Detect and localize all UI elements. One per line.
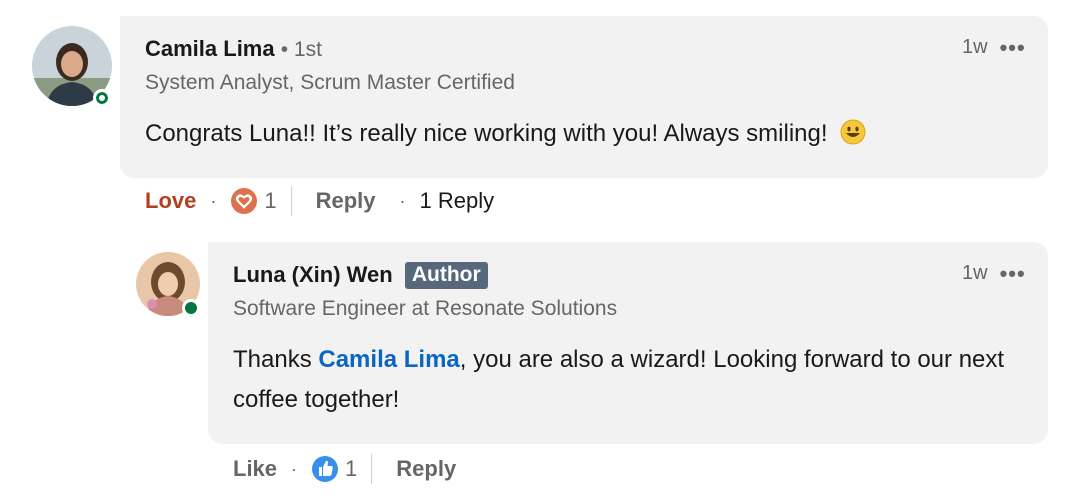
reply-count-link[interactable]: 1 Reply (420, 188, 495, 214)
comment-author-line: Camila Lima • 1st (145, 36, 322, 62)
love-button[interactable]: Love (145, 188, 196, 214)
online-status-icon (182, 299, 200, 317)
reply-text-before: Thanks (233, 346, 319, 373)
replier-avatar[interactable] (136, 252, 200, 317)
commenter-avatar[interactable] (32, 26, 112, 107)
like-reaction-icon[interactable] (311, 455, 339, 483)
comment-actions: Love · 1 Reply · 1 Reply (145, 186, 494, 216)
divider (290, 186, 292, 216)
author-badge: Author (404, 262, 488, 289)
more-options-icon[interactable]: ••• (1000, 262, 1026, 285)
reply-button[interactable]: Reply (316, 188, 376, 214)
divider (371, 454, 373, 484)
reply-button[interactable]: Reply (396, 456, 456, 482)
reply-actions: Like · 1 Reply (233, 454, 456, 484)
like-count[interactable]: 1 (345, 456, 357, 482)
more-options-icon[interactable]: ••• (1000, 36, 1026, 59)
love-count[interactable]: 1 (264, 188, 276, 214)
comment-author-name[interactable]: Camila Lima (145, 36, 275, 61)
smiling-face-emoji (840, 119, 866, 145)
like-button[interactable]: Like (233, 456, 277, 482)
comment-text: Congrats Luna!! It’s really nice working… (145, 120, 828, 147)
comment-author-headline: System Analyst, Scrum Master Certified (145, 71, 515, 94)
connection-degree: • 1st (280, 38, 322, 61)
reply-author-headline: Software Engineer at Resonate Solutions (233, 297, 618, 320)
separator-dot: · (399, 190, 406, 211)
reply-meta: 1w ••• (962, 262, 1026, 285)
mention-link[interactable]: Camila Lima (318, 346, 459, 373)
comment-timestamp: 1w (962, 36, 988, 58)
online-status-icon (93, 89, 111, 107)
reply-author-name[interactable]: Luna (Xin) Wen (233, 262, 393, 287)
love-reaction-icon[interactable] (230, 187, 258, 215)
comment-meta: 1w ••• (962, 36, 1026, 59)
reply-author-line: Luna (Xin) Wen Author (233, 262, 488, 289)
reply-timestamp: 1w (962, 262, 988, 284)
separator-dot: · (291, 458, 298, 479)
comment-text-block: Congrats Luna!! It’s really nice working… (145, 114, 1025, 154)
separator-dot: · (210, 190, 217, 211)
reply-text: Thanks Camila Lima, you are also a wizar… (233, 340, 1023, 420)
